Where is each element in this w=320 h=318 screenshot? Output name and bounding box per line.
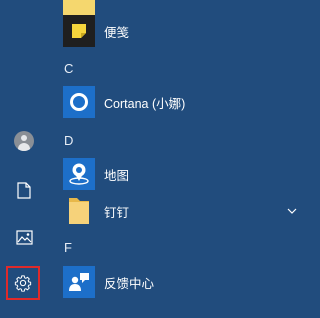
app-label: 便笺 bbox=[104, 25, 130, 40]
start-menu: 便笺 C Cortana (小娜) D 地图 钉钉 F 反馈中心 bbox=[0, 0, 320, 318]
gear-icon bbox=[14, 275, 32, 292]
app-label: 钉钉 bbox=[104, 205, 130, 220]
pictures-button[interactable] bbox=[6, 220, 42, 254]
app-list: 便笺 C Cortana (小娜) D 地图 钉钉 F 反馈中心 bbox=[48, 0, 320, 318]
documents-button[interactable] bbox=[6, 173, 42, 207]
app-label: Cortana (小娜) bbox=[104, 96, 186, 111]
cortana-icon bbox=[63, 86, 95, 118]
user-avatar-icon bbox=[14, 131, 34, 151]
app-label: 反馈中心 bbox=[104, 276, 155, 291]
folder-icon bbox=[63, 195, 95, 227]
section-header-f[interactable]: F bbox=[64, 240, 72, 255]
document-icon bbox=[17, 181, 31, 199]
section-header-c[interactable]: C bbox=[64, 61, 73, 76]
section-header-d[interactable]: D bbox=[64, 133, 73, 148]
app-label: 地图 bbox=[104, 168, 130, 183]
feedback-hub-icon bbox=[63, 266, 95, 298]
picture-icon bbox=[15, 229, 33, 245]
app-cortana[interactable]: Cortana (小娜) bbox=[63, 84, 320, 120]
chevron-down-icon[interactable] bbox=[286, 205, 298, 217]
maps-icon bbox=[63, 158, 95, 190]
settings-button[interactable] bbox=[6, 266, 40, 300]
user-account-button[interactable] bbox=[6, 124, 42, 158]
app-dingtalk-folder[interactable]: 钉钉 bbox=[63, 193, 320, 229]
app-feedback-hub[interactable]: 反馈中心 bbox=[63, 264, 320, 300]
app-sticky-notes[interactable]: 便笺 bbox=[63, 13, 320, 49]
sticky-notes-icon bbox=[63, 15, 95, 47]
app-maps[interactable]: 地图 bbox=[63, 156, 320, 192]
start-menu-rail bbox=[0, 0, 48, 318]
